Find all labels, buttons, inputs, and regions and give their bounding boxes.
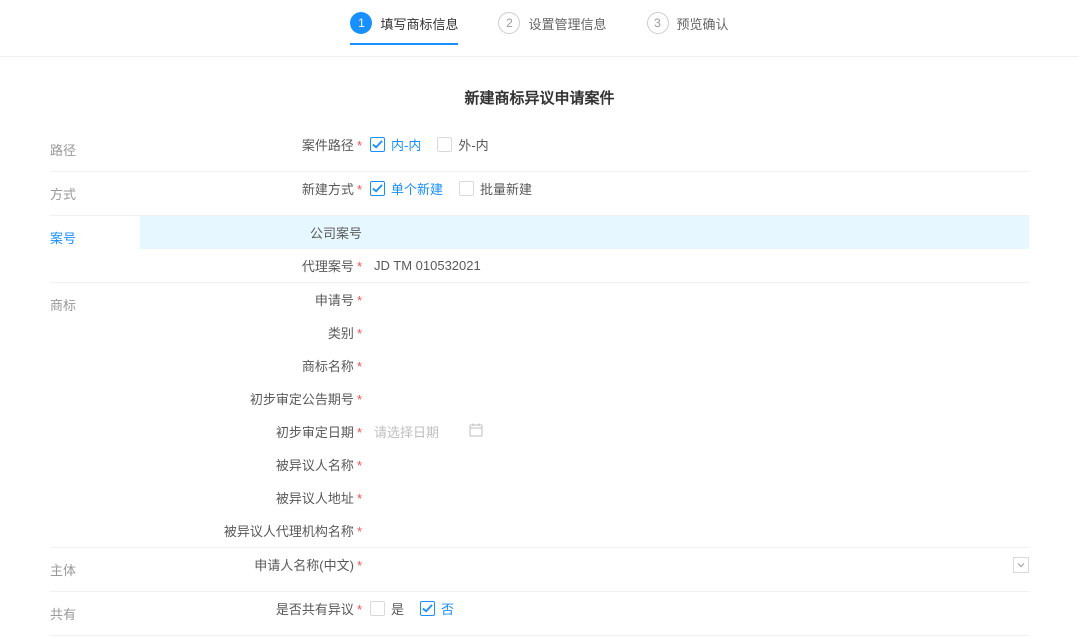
form-area: 路径 案件路径* 内-内 外-内 方式 新建 bbox=[0, 128, 1079, 636]
shared-option-no[interactable]: 否 bbox=[420, 599, 454, 618]
shared-option-yes[interactable]: 是 bbox=[370, 599, 404, 618]
section-shared-label: 共有 bbox=[50, 592, 140, 623]
calendar-icon bbox=[469, 423, 483, 440]
check-icon bbox=[370, 137, 385, 152]
shared-objection-label: 是否共有异议* bbox=[140, 599, 370, 618]
step-3-label: 预览确认 bbox=[677, 14, 729, 33]
step-2-number: 2 bbox=[498, 12, 520, 34]
agent-case-no-label: 代理案号* bbox=[140, 256, 370, 275]
chevron-down-icon bbox=[1013, 557, 1029, 573]
section-case-no: 案号 公司案号 代理案号* JD TM 010532021 bbox=[50, 216, 1029, 283]
category-label: 类别* bbox=[140, 323, 370, 342]
step-1-label: 填写商标信息 bbox=[380, 14, 458, 33]
step-3-number: 3 bbox=[647, 12, 669, 34]
trademark-name-label: 商标名称* bbox=[140, 356, 370, 375]
agent-case-no-value: JD TM 010532021 bbox=[370, 258, 481, 273]
opposed-agent-label: 被异议人代理机构名称* bbox=[140, 521, 370, 540]
company-case-no-row[interactable]: 公司案号 bbox=[140, 216, 1029, 249]
step-1-number: 1 bbox=[350, 12, 372, 34]
section-method-label: 方式 bbox=[50, 172, 140, 203]
company-case-no-label: 公司案号 bbox=[140, 223, 370, 242]
section-subject-label: 主体 bbox=[50, 548, 140, 579]
section-trademark-label: 商标 bbox=[50, 283, 140, 314]
page-title: 新建商标异议申请案件 bbox=[0, 57, 1079, 128]
section-case-no-label: 案号 bbox=[50, 216, 140, 247]
steps-bar: 1 填写商标信息 2 设置管理信息 3 预览确认 bbox=[0, 0, 1079, 57]
section-shared: 共有 是否共有异议* 是 否 bbox=[50, 592, 1029, 636]
check-icon bbox=[420, 601, 435, 616]
check-icon bbox=[370, 181, 385, 196]
case-path-label: 案件路径* bbox=[140, 135, 370, 154]
applicant-name-label: 申请人名称(中文)* bbox=[140, 555, 370, 574]
method-option-batch[interactable]: 批量新建 bbox=[459, 179, 532, 198]
step-1[interactable]: 1 填写商标信息 bbox=[350, 12, 458, 44]
section-path-label: 路径 bbox=[50, 128, 140, 159]
step-3[interactable]: 3 预览确认 bbox=[647, 12, 729, 44]
step-2[interactable]: 2 设置管理信息 bbox=[498, 12, 606, 44]
section-path: 路径 案件路径* 内-内 外-内 bbox=[50, 128, 1029, 172]
agent-case-no-row: 代理案号* JD TM 010532021 bbox=[140, 249, 1029, 282]
opposed-name-label: 被异议人名称* bbox=[140, 455, 370, 474]
review-date-placeholder: 请选择日期 bbox=[374, 422, 439, 441]
step-2-label: 设置管理信息 bbox=[528, 14, 606, 33]
create-method-label: 新建方式* bbox=[140, 179, 370, 198]
check-icon bbox=[370, 601, 385, 616]
path-option-internal[interactable]: 内-内 bbox=[370, 135, 421, 154]
section-method: 方式 新建方式* 单个新建 批量新建 bbox=[50, 172, 1029, 216]
review-date-input[interactable]: 请选择日期 bbox=[370, 422, 1029, 441]
announcement-no-label: 初步审定公告期号* bbox=[140, 389, 370, 408]
section-subject: 主体 申请人名称(中文)* bbox=[50, 548, 1029, 592]
path-option-external[interactable]: 外-内 bbox=[437, 135, 488, 154]
check-icon bbox=[437, 137, 452, 152]
section-trademark: 商标 申请号* 类别* 商标名称* 初步审定公告期号* 初步审定日期* bbox=[50, 283, 1029, 548]
application-no-label: 申请号* bbox=[140, 290, 370, 309]
opposed-addr-label: 被异议人地址* bbox=[140, 488, 370, 507]
review-date-label: 初步审定日期* bbox=[140, 422, 370, 441]
method-option-single[interactable]: 单个新建 bbox=[370, 179, 443, 198]
check-icon bbox=[459, 181, 474, 196]
